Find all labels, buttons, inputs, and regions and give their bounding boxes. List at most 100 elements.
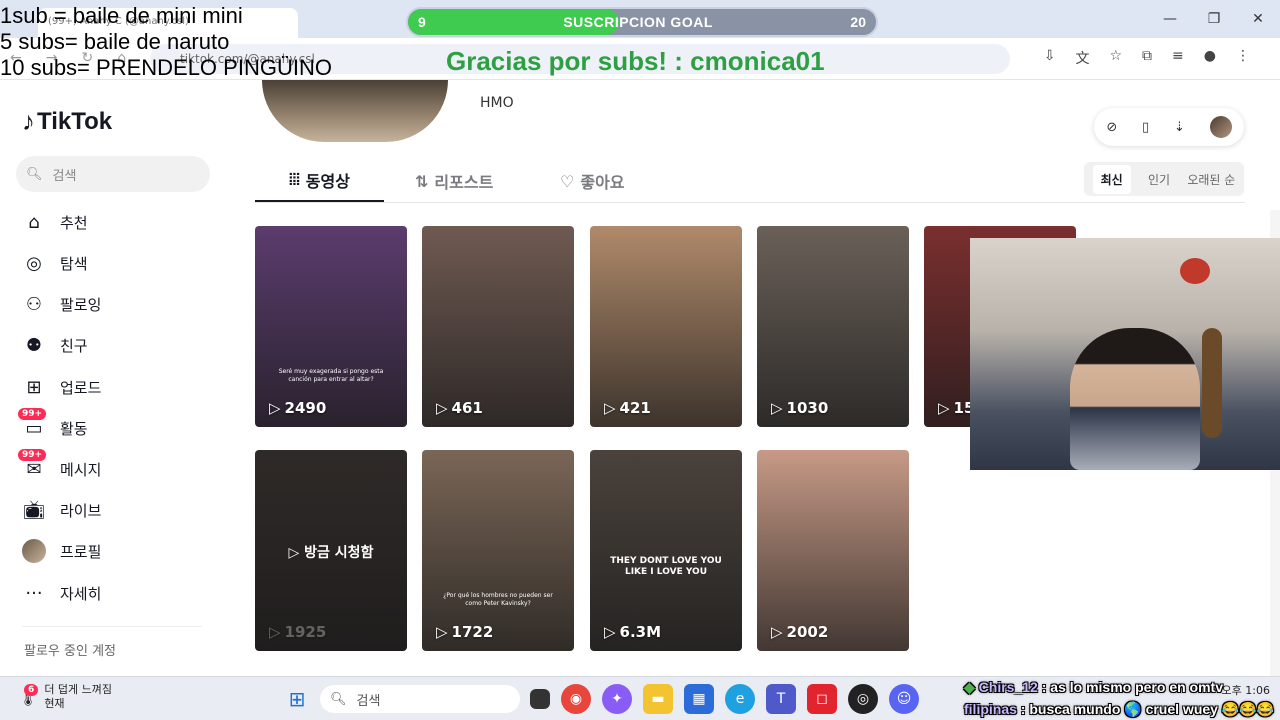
close-icon[interactable]: ✕ [1236, 0, 1280, 38]
repost-icon: ⇅ [415, 171, 429, 191]
play-icon: ▷ [436, 623, 448, 641]
minimize-icon[interactable]: — [1148, 0, 1192, 38]
device-icon[interactable]: ▯ [1142, 120, 1149, 135]
message-icon: ✉ 99+ [18, 449, 47, 481]
translate-icon[interactable]: 文 [1075, 48, 1089, 68]
edge-icon[interactable]: e [725, 684, 755, 714]
friends-icon: ⚉ [25, 334, 43, 356]
video-card[interactable]: Seré muy exagerada si pongo esta canción… [255, 226, 407, 427]
sort-popular[interactable]: 인기 [1148, 171, 1170, 188]
restore-icon[interactable]: ❐ [1192, 0, 1236, 38]
video-card[interactable]: ¿Por qué los hombres no pueden ser como … [422, 450, 574, 651]
sidebar-item-label: 탐색 [60, 254, 88, 273]
sidebar-item-more[interactable]: ··· 자세히 [22, 578, 101, 608]
window-controls: — ❐ ✕ [1148, 0, 1280, 38]
profile-bio: HMO [480, 95, 514, 111]
search-input[interactable]: 🔍︎ 검색 [16, 156, 210, 192]
video-card[interactable]: ▷ 421 [590, 226, 742, 427]
tab-reposts[interactable]: ⇅ 리포스트 [415, 160, 493, 202]
view-count: ▷ 1030 [771, 399, 829, 417]
sidebar-item-label: 라이브 [60, 501, 102, 520]
logo-text: TikTok [37, 107, 113, 135]
obs-icon[interactable]: ◎ [848, 684, 878, 714]
webcam-lamp [1180, 258, 1210, 284]
task-view-icon[interactable] [530, 689, 550, 709]
sidebar-item-label: 메시지 [60, 460, 102, 479]
play-icon: ▷ [436, 399, 448, 417]
chrome-icon[interactable]: ◉ [561, 684, 591, 714]
video-caption: Seré muy exagerada si pongo esta canción… [278, 368, 384, 383]
video-card[interactable]: ▷ 461 [422, 226, 574, 427]
subscription-goal-bar: 9 SUSCRIPCION GOAL 20 [406, 7, 878, 37]
browser-profile-icon[interactable]: ● [1204, 48, 1216, 68]
sidebar-item-label: 자세히 [60, 584, 102, 603]
sort-toggle: 최신 인기 오래된 순 [1084, 162, 1244, 196]
weather-widget[interactable]: 🌡︎ 6 더 덥게 느껴짐 현재 [18, 683, 112, 711]
sidebar-item-recommend[interactable]: ⌂ 추천 [22, 207, 87, 237]
activity-icon: ▭ 99+ [18, 408, 47, 440]
store-icon[interactable]: ▦ [684, 684, 714, 714]
message-badge: 99+ [18, 449, 47, 461]
chat-message: filipinas : busca mundo 🌎 cruel wuey 😂😂😂 [964, 701, 1275, 717]
video-card[interactable]: THEY DONT LOVE YOU LIKE I LOVE YOU ▷ 6.3M [590, 450, 742, 651]
sort-latest[interactable]: 최신 [1092, 164, 1131, 194]
tab-likes[interactable]: ♡ 좋아요 [560, 160, 625, 202]
taskbar-pinned-apps: ◉ ✦ ▬ ▦ e T ◻ ◎ ☺ [530, 684, 930, 714]
file-explorer-icon[interactable]: ▬ [643, 684, 673, 714]
play-icon: ▷ [604, 399, 616, 417]
sidebar-item-explore[interactable]: ◎ 탐색 [22, 248, 88, 278]
weather-line: 더 덥게 느껴짐 [44, 683, 113, 696]
sidebar-item-upload[interactable]: ⊞ 업로드 [22, 372, 101, 402]
live-icon: 📺︎ [22, 499, 46, 521]
bookmark-star-icon[interactable]: ☆ [1109, 48, 1122, 68]
tab-videos[interactable]: ⦙⦙⦙ 동영상 [255, 160, 384, 202]
sidebar-item-label: 팔로잉 [60, 295, 102, 314]
video-card[interactable]: ▷ 1030 [757, 226, 909, 427]
view-count: ▷ 2490 [269, 399, 327, 417]
play-icon: ▷ [771, 399, 783, 417]
following-accounts-label: 팔로우 중인 계정 [24, 644, 116, 659]
discord-icon[interactable]: ☺ [889, 684, 919, 714]
search-placeholder: 검색 [52, 168, 77, 184]
sidebar-item-profile[interactable]: 프로필 [22, 536, 101, 566]
install-icon[interactable]: ⇩ [1044, 48, 1056, 68]
overlay-line: 10 subs= PRENDELO PINGÜINO [0, 55, 332, 80]
coin-icon[interactable]: ⊘ [1106, 120, 1117, 135]
teams-icon[interactable]: T [766, 684, 796, 714]
download-icon[interactable]: ⇣ [1174, 120, 1185, 135]
media-icon[interactable]: ≡ [1172, 48, 1184, 68]
goal-target: 20 [850, 14, 866, 30]
sidebar-item-messages[interactable]: ✉ 99+ 메시지 [18, 449, 102, 484]
taskbar-search[interactable]: 🔍︎ 검색 [320, 685, 520, 713]
webcam-person [1070, 328, 1200, 470]
menu-icon[interactable]: ⋮ [1236, 48, 1250, 68]
sidebar-item-friends[interactable]: ⚉ 친구 [22, 330, 88, 360]
sidebar-divider [22, 626, 202, 627]
heart-icon: ♡ [560, 171, 575, 191]
extensions-icon[interactable]: ⧉ [1142, 48, 1152, 68]
windows-start-icon[interactable]: ⊞ [282, 684, 312, 714]
profile-avatar [22, 539, 46, 563]
app-icon[interactable]: ◻ [807, 684, 837, 714]
tiktok-logo[interactable]: ♪ TikTok [22, 106, 112, 137]
view-count: ▷ 421 [604, 399, 651, 417]
sort-oldest[interactable]: 오래된 순 [1187, 171, 1235, 188]
view-count: ▷ 2002 [771, 623, 829, 641]
weather-badge: 6 [24, 683, 39, 696]
play-icon: ▷ [269, 399, 281, 417]
weather-line: 현재 [44, 697, 65, 710]
video-card[interactable]: ▷ 2002 [757, 450, 909, 651]
taskbar-search-placeholder: 검색 [356, 693, 381, 709]
user-avatar[interactable] [1209, 116, 1232, 138]
copilot-icon[interactable]: ✦ [602, 684, 632, 714]
sidebar-item-live[interactable]: 📺︎ 라이브 [22, 495, 102, 525]
sidebar-item-label: 활동 [60, 419, 88, 438]
chat-user: Chirs_12 [978, 679, 1038, 695]
activity-badge: 99+ [18, 408, 47, 420]
view-count: ▷ 461 [436, 399, 483, 417]
sidebar-item-following[interactable]: ⚇ 팔로잉 [22, 289, 101, 319]
sidebar-item-activity[interactable]: ▭ 99+ 활동 [18, 408, 88, 443]
video-caption: THEY DONT LOVE YOU LIKE I LOVE YOU [610, 556, 722, 577]
more-icon: ··· [25, 582, 43, 604]
video-card[interactable]: ▷ 방금 시청함 ▷ 1925 [255, 450, 407, 651]
